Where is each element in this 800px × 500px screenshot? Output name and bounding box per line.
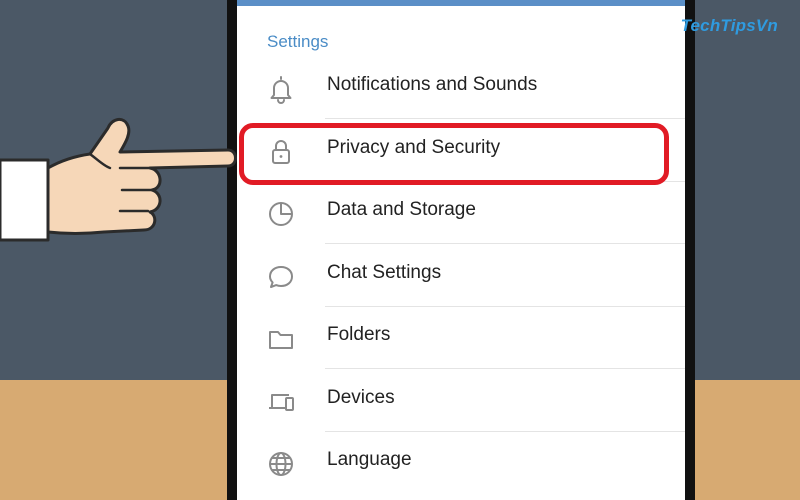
settings-item-language[interactable]: Language <box>237 432 685 494</box>
devices-icon <box>265 386 297 418</box>
chat-bubble-icon <box>265 261 297 293</box>
settings-item-chat[interactable]: Chat Settings <box>237 245 685 307</box>
settings-item-label: Chat Settings <box>327 262 442 283</box>
pie-chart-icon <box>265 198 297 230</box>
settings-item-label: Language <box>327 449 412 470</box>
watermark: TechTipsVn <box>680 16 778 35</box>
divider <box>325 118 685 119</box>
settings-item-notifications[interactable]: Notifications and Sounds <box>237 57 685 119</box>
settings-item-label: Data and Storage <box>327 199 476 220</box>
settings-item-data-storage[interactable]: Data and Storage <box>237 182 685 244</box>
bell-icon <box>265 73 297 105</box>
settings-item-devices[interactable]: Devices <box>237 370 685 432</box>
section-title: Settings <box>267 32 329 51</box>
divider <box>325 368 685 369</box>
globe-icon <box>265 448 297 480</box>
folder-icon <box>265 323 297 355</box>
highlight-frame <box>239 123 669 185</box>
settings-item-label: Devices <box>327 387 395 408</box>
settings-screen: Settings Notifications and Sounds Privac… <box>237 0 685 500</box>
divider <box>325 243 685 244</box>
settings-item-label: Folders <box>327 324 391 345</box>
app-header-bar <box>237 0 685 6</box>
settings-item-label: Notifications and Sounds <box>327 74 538 95</box>
pointing-hand-icon <box>0 118 237 242</box>
settings-item-folders[interactable]: Folders <box>237 307 685 369</box>
